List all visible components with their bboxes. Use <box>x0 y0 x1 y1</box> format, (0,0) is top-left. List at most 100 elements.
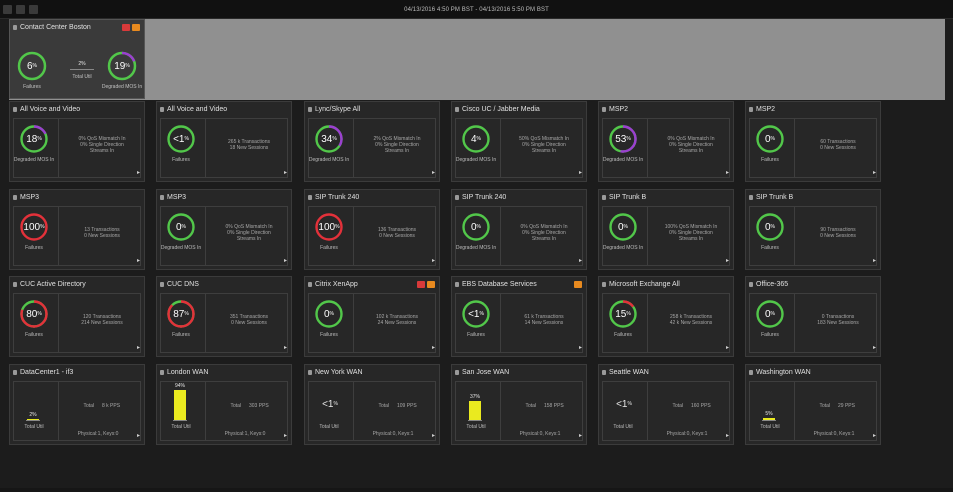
util-bar[interactable]: 5% <box>762 387 776 421</box>
alert-badge-orange[interactable] <box>427 281 435 288</box>
pin-icon[interactable] <box>602 107 606 112</box>
pin-icon[interactable] <box>602 282 606 287</box>
dashboard-tile[interactable]: Citrix XenApp 0% Failures 102 k Transaction… <box>304 276 440 357</box>
dashboard-tile[interactable]: MSP3 0% Degraded MOS In 0% QoS Mismatch In 0… <box>156 189 292 270</box>
expand-arrow-icon[interactable]: ▸ <box>873 432 876 439</box>
dashboard-tile[interactable]: Microsoft Exchange All 15% Failures 258 k T… <box>598 276 734 357</box>
dashboard-tile[interactable]: All Voice and Video 18% Degraded MOS In 0% … <box>9 101 145 182</box>
pin-icon[interactable] <box>749 107 753 112</box>
metric-gauge[interactable]: 53% <box>608 124 638 154</box>
dashboard-tile[interactable]: Cisco UC / Jabber Media 4% Degraded MOS In… <box>451 101 587 182</box>
expand-arrow-icon[interactable]: ▸ <box>432 344 435 351</box>
pin-icon[interactable] <box>455 107 459 112</box>
pin-icon[interactable] <box>749 195 753 200</box>
expand-arrow-icon[interactable]: ▸ <box>137 432 140 439</box>
dashboard-tile[interactable]: New York WAN <1% Total Util Total 109 PPS Phy… <box>304 364 440 445</box>
pin-icon[interactable] <box>13 25 17 30</box>
util-value[interactable]: <1% <box>317 399 343 410</box>
alert-badge-red[interactable] <box>122 24 130 31</box>
metric-gauge[interactable]: 80% <box>19 299 49 329</box>
util-bar[interactable]: 94% <box>173 383 187 421</box>
metric-gauge[interactable]: 0% <box>608 212 638 242</box>
dashboard-tile[interactable]: SIP Trunk B 0% Failures 90 Transactions 0 Ne… <box>745 189 881 270</box>
pin-icon[interactable] <box>602 370 606 375</box>
expand-arrow-icon[interactable]: ▸ <box>284 257 287 264</box>
metric-gauge[interactable]: 0% <box>755 212 785 242</box>
metric-gauge[interactable]: 87% <box>166 299 196 329</box>
expand-arrow-icon[interactable]: ▸ <box>579 432 582 439</box>
expand-arrow-icon[interactable]: ▸ <box>432 169 435 176</box>
dashboard-tile[interactable]: Seattle WAN <1% Total Util Total 160 PPS Phys… <box>598 364 734 445</box>
util-value[interactable]: <1% <box>611 399 637 410</box>
dashboard-tile[interactable]: All Voice and Video <1% Failures 265 k Tran… <box>156 101 292 182</box>
expand-arrow-icon[interactable]: ▸ <box>726 257 729 264</box>
expand-arrow-icon[interactable]: ▸ <box>873 169 876 176</box>
pin-icon[interactable] <box>13 107 17 112</box>
expand-arrow-icon[interactable]: ▸ <box>284 344 287 351</box>
metric-gauge[interactable]: <1% <box>166 124 196 154</box>
dashboard-tile[interactable]: SIP Trunk 240 0% Degraded MOS In 0% QoS Mis… <box>451 189 587 270</box>
alert-badge-orange[interactable] <box>574 281 582 288</box>
dashboard-tile[interactable]: CUC Active Directory 80% Failures 120 Trans… <box>9 276 145 357</box>
pin-icon[interactable] <box>13 195 17 200</box>
dashboard-tile[interactable]: MSP2 53% Degraded MOS In 0% QoS Mismatch In… <box>598 101 734 182</box>
pin-icon[interactable] <box>308 282 312 287</box>
util-bar[interactable]: 37% <box>468 387 482 421</box>
expand-arrow-icon[interactable]: ▸ <box>579 344 582 351</box>
expand-arrow-icon[interactable]: ▸ <box>873 344 876 351</box>
pin-icon[interactable] <box>602 195 606 200</box>
metric-gauge[interactable]: 4% <box>461 124 491 154</box>
dashboard-tile[interactable]: SIP Trunk B 0% Degraded MOS In 100% QoS Mis… <box>598 189 734 270</box>
pin-icon[interactable] <box>160 282 164 287</box>
dashboard-tile[interactable]: SIP Trunk 240 100% Failures 136 Transaction… <box>304 189 440 270</box>
metric-gauge[interactable]: 34% <box>314 124 344 154</box>
expand-arrow-icon[interactable]: ▸ <box>579 257 582 264</box>
dashboard-tile[interactable]: CUC DNS 87% Failures 351 Transactions 0 New … <box>156 276 292 357</box>
failures-gauge[interactable]: 6% <box>16 50 48 82</box>
alert-badge-red[interactable] <box>417 281 425 288</box>
expand-arrow-icon[interactable]: ▸ <box>284 432 287 439</box>
expand-arrow-icon[interactable]: ▸ <box>726 344 729 351</box>
dashboard-tile[interactable]: MSP2 0% Failures 60 Transactions 0 New Sessi… <box>745 101 881 182</box>
dashboard-tile[interactable]: DataCenter1 - if3 2% Total Util Total 8 k PP… <box>9 364 145 445</box>
pin-icon[interactable] <box>308 370 312 375</box>
dashboard-tile[interactable]: San Jose WAN 37% Total Util Total 158 PPS Phy… <box>451 364 587 445</box>
featured-tile[interactable]: Contact Center Boston 6% Failures 2% Tot… <box>9 19 145 99</box>
pin-icon[interactable] <box>749 370 753 375</box>
metric-gauge[interactable]: <1% <box>461 299 491 329</box>
dashboard-tile[interactable]: EBS Database Services <1% Failures 61 k Tra… <box>451 276 587 357</box>
metric-gauge[interactable]: 0% <box>166 212 196 242</box>
mos-gauge[interactable]: 19% <box>106 50 138 82</box>
metric-gauge[interactable]: 18% <box>19 124 49 154</box>
pin-icon[interactable] <box>455 282 459 287</box>
pin-icon[interactable] <box>13 282 17 287</box>
util-indicator[interactable]: 2% Total Util <box>62 48 102 88</box>
expand-arrow-icon[interactable]: ▸ <box>873 257 876 264</box>
pin-icon[interactable] <box>160 370 164 375</box>
expand-arrow-icon[interactable]: ▸ <box>432 257 435 264</box>
metric-gauge[interactable]: 0% <box>461 212 491 242</box>
pin-icon[interactable] <box>455 370 459 375</box>
expand-arrow-icon[interactable]: ▸ <box>137 257 140 264</box>
pin-icon[interactable] <box>160 195 164 200</box>
pin-icon[interactable] <box>308 107 312 112</box>
util-bar[interactable]: 2% <box>26 387 40 421</box>
expand-arrow-icon[interactable]: ▸ <box>284 169 287 176</box>
metric-gauge[interactable]: 0% <box>314 299 344 329</box>
pin-icon[interactable] <box>455 195 459 200</box>
metric-gauge[interactable]: 0% <box>755 299 785 329</box>
dashboard-tile[interactable]: London WAN 94% Total Util Total 303 PPS Physi… <box>156 364 292 445</box>
dashboard-tile[interactable]: Lync/Skype All 34% Degraded MOS In 2% QoS M… <box>304 101 440 182</box>
pin-icon[interactable] <box>749 282 753 287</box>
expand-arrow-icon[interactable]: ▸ <box>137 344 140 351</box>
pin-icon[interactable] <box>160 107 164 112</box>
metric-gauge[interactable]: 0% <box>755 124 785 154</box>
date-range[interactable]: 04/13/2016 4:50 PM BST - 04/13/2016 5:50… <box>0 7 953 13</box>
metric-gauge[interactable]: 100% <box>314 212 344 242</box>
metric-gauge[interactable]: 100% <box>19 212 49 242</box>
expand-arrow-icon[interactable]: ▸ <box>579 169 582 176</box>
pin-icon[interactable] <box>308 195 312 200</box>
pin-icon[interactable] <box>13 370 17 375</box>
expand-arrow-icon[interactable]: ▸ <box>726 432 729 439</box>
metric-gauge[interactable]: 15% <box>608 299 638 329</box>
